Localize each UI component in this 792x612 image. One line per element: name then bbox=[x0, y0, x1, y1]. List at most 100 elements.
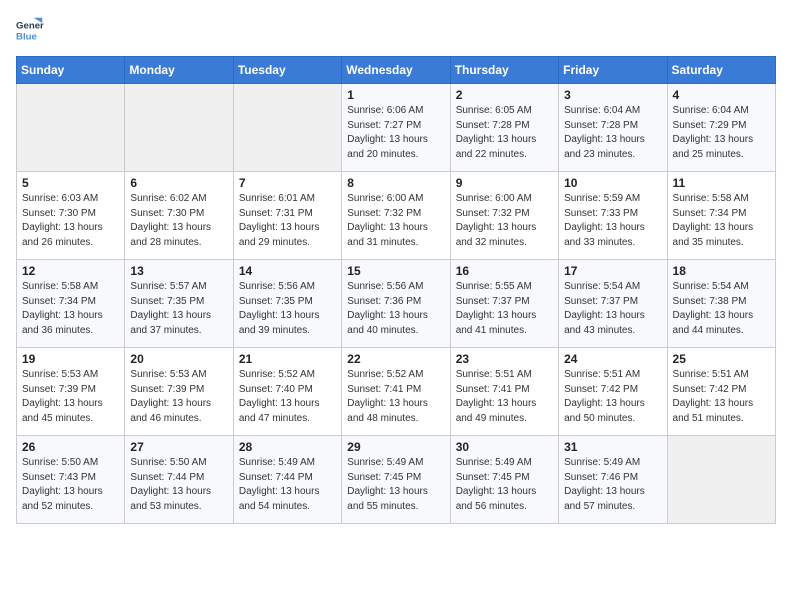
calendar-cell: 17 Sunrise: 5:54 AM Sunset: 7:37 PM Dayli… bbox=[559, 260, 667, 348]
day-info: Sunrise: 5:52 AM Sunset: 7:41 PM Dayligh… bbox=[347, 368, 444, 426]
weekday-header-cell: Friday bbox=[559, 57, 667, 84]
calendar-week-row: 5 Sunrise: 6:03 AM Sunset: 7:30 PM Daylig… bbox=[17, 172, 776, 260]
day-number: 6 bbox=[130, 176, 227, 190]
calendar-cell: 16 Sunrise: 5:55 AM Sunset: 7:37 PM Dayli… bbox=[450, 260, 558, 348]
day-number: 12 bbox=[22, 264, 119, 278]
day-number: 19 bbox=[22, 352, 119, 366]
day-number: 22 bbox=[347, 352, 444, 366]
day-number: 18 bbox=[673, 264, 770, 278]
day-info: Sunrise: 6:01 AM Sunset: 7:31 PM Dayligh… bbox=[239, 192, 336, 250]
day-number: 10 bbox=[564, 176, 661, 190]
calendar-cell: 11 Sunrise: 5:58 AM Sunset: 7:34 PM Dayli… bbox=[667, 172, 775, 260]
day-info: Sunrise: 5:50 AM Sunset: 7:43 PM Dayligh… bbox=[22, 456, 119, 514]
calendar-cell: 28Sunrise: 5:49 AM Sunset: 7:44 PM Dayli… bbox=[233, 436, 341, 524]
day-number: 24 bbox=[564, 352, 661, 366]
day-info: Sunrise: 6:04 AM Sunset: 7:28 PM Dayligh… bbox=[564, 104, 661, 162]
day-info: Sunrise: 6:00 AM Sunset: 7:32 PM Dayligh… bbox=[347, 192, 444, 250]
day-number: 26 bbox=[22, 440, 119, 454]
day-number: 30 bbox=[456, 440, 553, 454]
calendar-cell: 6 Sunrise: 6:02 AM Sunset: 7:30 PM Daylig… bbox=[125, 172, 233, 260]
weekday-header-cell: Tuesday bbox=[233, 57, 341, 84]
calendar-week-row: 26 Sunrise: 5:50 AM Sunset: 7:43 PM Dayli… bbox=[17, 436, 776, 524]
day-info: Sunrise: 5:49 AM Sunset: 7:46 PM Dayligh… bbox=[564, 456, 661, 514]
calendar-cell: 14Sunrise: 5:56 AM Sunset: 7:35 PM Dayli… bbox=[233, 260, 341, 348]
weekday-header-cell: Wednesday bbox=[342, 57, 450, 84]
day-number: 27 bbox=[130, 440, 227, 454]
day-info: Sunrise: 5:53 AM Sunset: 7:39 PM Dayligh… bbox=[22, 368, 119, 426]
day-number: 28 bbox=[239, 440, 336, 454]
day-info: Sunrise: 5:56 AM Sunset: 7:35 PM Dayligh… bbox=[239, 280, 336, 338]
calendar-cell: 8 Sunrise: 6:00 AM Sunset: 7:32 PM Daylig… bbox=[342, 172, 450, 260]
day-number: 25 bbox=[673, 352, 770, 366]
calendar-cell: 3 Sunrise: 6:04 AM Sunset: 7:28 PM Daylig… bbox=[559, 84, 667, 172]
logo-icon: General Blue bbox=[16, 16, 44, 44]
day-number: 29 bbox=[347, 440, 444, 454]
day-info: Sunrise: 5:54 AM Sunset: 7:38 PM Dayligh… bbox=[673, 280, 770, 338]
day-info: Sunrise: 5:58 AM Sunset: 7:34 PM Dayligh… bbox=[22, 280, 119, 338]
day-info: Sunrise: 5:49 AM Sunset: 7:45 PM Dayligh… bbox=[456, 456, 553, 514]
weekday-header-cell: Sunday bbox=[17, 57, 125, 84]
day-number: 23 bbox=[456, 352, 553, 366]
day-number: 9 bbox=[456, 176, 553, 190]
day-info: Sunrise: 5:51 AM Sunset: 7:41 PM Dayligh… bbox=[456, 368, 553, 426]
day-info: Sunrise: 5:56 AM Sunset: 7:36 PM Dayligh… bbox=[347, 280, 444, 338]
calendar-cell: 19 Sunrise: 5:53 AM Sunset: 7:39 PM Dayli… bbox=[17, 348, 125, 436]
day-info: Sunrise: 5:58 AM Sunset: 7:34 PM Dayligh… bbox=[673, 192, 770, 250]
day-number: 7 bbox=[239, 176, 336, 190]
day-info: Sunrise: 6:05 AM Sunset: 7:28 PM Dayligh… bbox=[456, 104, 553, 162]
calendar-cell: 4 Sunrise: 6:04 AM Sunset: 7:29 PM Daylig… bbox=[667, 84, 775, 172]
logo: General Blue bbox=[16, 16, 48, 44]
calendar-cell: 25 Sunrise: 5:51 AM Sunset: 7:42 PM Dayli… bbox=[667, 348, 775, 436]
page-header: General Blue bbox=[16, 16, 776, 44]
calendar-cell: 23 Sunrise: 5:51 AM Sunset: 7:41 PM Dayli… bbox=[450, 348, 558, 436]
day-info: Sunrise: 5:51 AM Sunset: 7:42 PM Dayligh… bbox=[673, 368, 770, 426]
calendar-cell: 12 Sunrise: 5:58 AM Sunset: 7:34 PM Dayli… bbox=[17, 260, 125, 348]
day-info: Sunrise: 5:57 AM Sunset: 7:35 PM Dayligh… bbox=[130, 280, 227, 338]
day-info: Sunrise: 5:49 AM Sunset: 7:45 PM Dayligh… bbox=[347, 456, 444, 514]
calendar-table: SundayMondayTuesdayWednesdayThursdayFrid… bbox=[16, 56, 776, 524]
day-info: Sunrise: 5:55 AM Sunset: 7:37 PM Dayligh… bbox=[456, 280, 553, 338]
day-number: 4 bbox=[673, 88, 770, 102]
day-info: Sunrise: 5:51 AM Sunset: 7:42 PM Dayligh… bbox=[564, 368, 661, 426]
day-info: Sunrise: 5:52 AM Sunset: 7:40 PM Dayligh… bbox=[239, 368, 336, 426]
calendar-cell: 22 Sunrise: 5:52 AM Sunset: 7:41 PM Dayli… bbox=[342, 348, 450, 436]
day-number: 15 bbox=[347, 264, 444, 278]
weekday-header-cell: Saturday bbox=[667, 57, 775, 84]
calendar-cell: 26 Sunrise: 5:50 AM Sunset: 7:43 PM Dayli… bbox=[17, 436, 125, 524]
day-number: 1 bbox=[347, 88, 444, 102]
day-number: 11 bbox=[673, 176, 770, 190]
day-info: Sunrise: 6:03 AM Sunset: 7:30 PM Dayligh… bbox=[22, 192, 119, 250]
calendar-cell bbox=[17, 84, 125, 172]
calendar-week-row: 1 Sunrise: 6:06 AM Sunset: 7:27 PM Daylig… bbox=[17, 84, 776, 172]
calendar-week-row: 19 Sunrise: 5:53 AM Sunset: 7:39 PM Dayli… bbox=[17, 348, 776, 436]
calendar-cell: 5 Sunrise: 6:03 AM Sunset: 7:30 PM Daylig… bbox=[17, 172, 125, 260]
day-info: Sunrise: 5:53 AM Sunset: 7:39 PM Dayligh… bbox=[130, 368, 227, 426]
day-number: 5 bbox=[22, 176, 119, 190]
calendar-cell: 9 Sunrise: 6:00 AM Sunset: 7:32 PM Daylig… bbox=[450, 172, 558, 260]
svg-text:Blue: Blue bbox=[16, 32, 37, 43]
calendar-cell bbox=[667, 436, 775, 524]
day-info: Sunrise: 6:04 AM Sunset: 7:29 PM Dayligh… bbox=[673, 104, 770, 162]
day-number: 31 bbox=[564, 440, 661, 454]
day-info: Sunrise: 6:00 AM Sunset: 7:32 PM Dayligh… bbox=[456, 192, 553, 250]
calendar-cell: 18 Sunrise: 5:54 AM Sunset: 7:38 PM Dayli… bbox=[667, 260, 775, 348]
calendar-cell: 30 Sunrise: 5:49 AM Sunset: 7:45 PM Dayli… bbox=[450, 436, 558, 524]
day-number: 20 bbox=[130, 352, 227, 366]
day-number: 2 bbox=[456, 88, 553, 102]
calendar-cell: 15 Sunrise: 5:56 AM Sunset: 7:36 PM Dayli… bbox=[342, 260, 450, 348]
svg-text:General: General bbox=[16, 20, 44, 31]
calendar-body: 1 Sunrise: 6:06 AM Sunset: 7:27 PM Daylig… bbox=[17, 84, 776, 524]
weekday-header-row: SundayMondayTuesdayWednesdayThursdayFrid… bbox=[17, 57, 776, 84]
calendar-cell: 1 Sunrise: 6:06 AM Sunset: 7:27 PM Daylig… bbox=[342, 84, 450, 172]
day-number: 16 bbox=[456, 264, 553, 278]
day-info: Sunrise: 5:54 AM Sunset: 7:37 PM Dayligh… bbox=[564, 280, 661, 338]
day-info: Sunrise: 6:06 AM Sunset: 7:27 PM Dayligh… bbox=[347, 104, 444, 162]
day-info: Sunrise: 6:02 AM Sunset: 7:30 PM Dayligh… bbox=[130, 192, 227, 250]
day-number: 17 bbox=[564, 264, 661, 278]
day-number: 8 bbox=[347, 176, 444, 190]
calendar-cell: 24 Sunrise: 5:51 AM Sunset: 7:42 PM Dayli… bbox=[559, 348, 667, 436]
calendar-cell bbox=[125, 84, 233, 172]
calendar-week-row: 12 Sunrise: 5:58 AM Sunset: 7:34 PM Dayli… bbox=[17, 260, 776, 348]
day-number: 3 bbox=[564, 88, 661, 102]
day-number: 21 bbox=[239, 352, 336, 366]
